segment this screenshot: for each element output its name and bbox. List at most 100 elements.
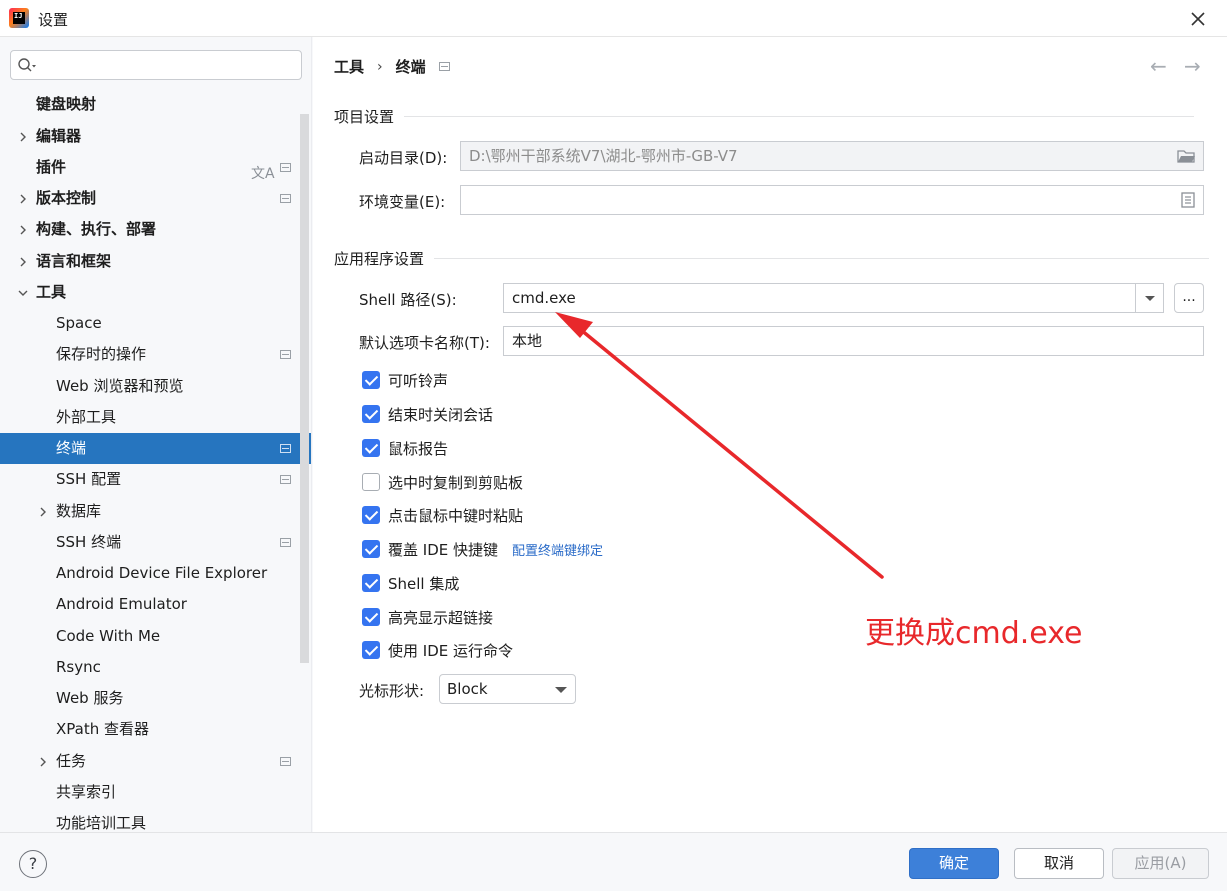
checkbox[interactable]	[362, 608, 380, 626]
checkbox[interactable]	[362, 540, 380, 558]
checkbox-shell-integration[interactable]: Shell 集成	[362, 572, 459, 594]
chevron-down-icon[interactable]	[1135, 284, 1163, 312]
sidebar-item-android-file-explorer[interactable]: Android Device File Explorer	[0, 558, 311, 589]
sidebar-item-editor[interactable]: 编辑器	[0, 121, 311, 152]
env-vars-label: 环境变量(E):	[359, 193, 446, 211]
checkbox-label: 可听铃声	[388, 371, 449, 390]
browse-button[interactable]: ...	[1174, 283, 1204, 313]
sidebar-item-web-browsers[interactable]: Web 浏览器和预览	[0, 371, 311, 402]
sidebar-item-database[interactable]: 数据库	[0, 496, 311, 527]
back-arrow-icon[interactable]: ←	[1150, 54, 1167, 78]
cursor-shape-select[interactable]: Block	[439, 674, 576, 704]
document-icon[interactable]	[1181, 192, 1195, 208]
breadcrumb-separator: ›	[377, 58, 383, 75]
checkbox[interactable]	[362, 506, 380, 524]
checkbox[interactable]	[362, 473, 380, 491]
sidebar-item-tasks[interactable]: 任务	[0, 746, 311, 777]
checkbox-highlight-hyperlinks[interactable]: 高亮显示超链接	[362, 606, 493, 628]
sidebar-item-keymap[interactable]: 键盘映射	[0, 89, 311, 120]
sidebar-item-ssh-config[interactable]: SSH 配置	[0, 464, 311, 495]
checkbox-close-on-exit[interactable]: 结束时关闭会话	[362, 403, 493, 425]
breadcrumb-parent[interactable]: 工具	[334, 56, 364, 77]
sidebar-item-terminal[interactable]: 终端	[0, 433, 311, 464]
chevron-right-icon[interactable]	[17, 131, 29, 143]
title-bar: IJ 设置	[0, 0, 1227, 37]
sidebar-item-build[interactable]: 构建、执行、部署	[0, 214, 311, 245]
ok-button[interactable]: 确定	[909, 848, 999, 879]
shell-path-label: Shell 路径(S):	[359, 291, 457, 309]
sidebar-item-external-tools[interactable]: 外部工具	[0, 402, 311, 433]
checkbox[interactable]	[362, 439, 380, 457]
checkbox[interactable]	[362, 371, 380, 389]
default-tab-field[interactable]: 本地	[503, 326, 1204, 356]
folder-icon[interactable]	[1177, 148, 1195, 164]
sidebar-item-web-services[interactable]: Web 服务	[0, 683, 311, 714]
sidebar-item-code-with-me[interactable]: Code With Me	[0, 621, 311, 652]
start-dir-label: 启动目录(D):	[359, 149, 448, 167]
chevron-down-icon[interactable]	[17, 287, 29, 299]
configure-keybindings-link[interactable]: 配置终端键绑定	[512, 540, 603, 559]
env-vars-field[interactable]	[460, 185, 1204, 215]
checkbox-label: 高亮显示超链接	[388, 608, 494, 627]
checkbox-audible-bell[interactable]: 可听铃声	[362, 369, 448, 391]
chevron-right-icon[interactable]	[37, 756, 49, 768]
app-settings-section: 应用程序设置	[334, 248, 1210, 269]
project-level-icon	[280, 194, 291, 203]
settings-sidebar: 键盘映射 编辑器 插件 文A 版本控制 构建、执行、部署 语言和框架 工具 Sp…	[0, 37, 312, 832]
project-level-icon	[280, 475, 291, 484]
checkbox-paste-middle-click[interactable]: 点击鼠标中键时粘贴	[362, 504, 523, 526]
section-divider	[404, 116, 1195, 117]
sidebar-item-version-control[interactable]: 版本控制	[0, 183, 311, 214]
apply-button[interactable]: 应用(A)	[1112, 848, 1209, 879]
sidebar-item-rsync[interactable]: Rsync	[0, 652, 311, 683]
checkbox-label: 覆盖 IDE 快捷键	[388, 540, 498, 559]
sidebar-item-android-emulator[interactable]: Android Emulator	[0, 589, 311, 620]
forward-arrow-icon[interactable]: →	[1184, 54, 1201, 78]
checkbox-label: 结束时关闭会话	[388, 405, 494, 424]
chevron-right-icon[interactable]	[17, 256, 29, 268]
search-input[interactable]	[10, 50, 302, 80]
sidebar-item-languages[interactable]: 语言和框架	[0, 246, 311, 277]
sidebar-item-space[interactable]: Space	[0, 308, 311, 339]
checkbox-label: 选中时复制到剪贴板	[388, 473, 524, 492]
sidebar-item-tools[interactable]: 工具	[0, 277, 311, 308]
checkbox-mouse-reporting[interactable]: 鼠标报告	[362, 437, 448, 459]
help-icon[interactable]: ?	[19, 850, 47, 878]
checkbox-label: 鼠标报告	[388, 439, 449, 458]
checkbox[interactable]	[362, 641, 380, 659]
cancel-button[interactable]: 取消	[1014, 848, 1104, 879]
project-level-icon	[280, 444, 291, 453]
checkbox-override-ide-shortcuts[interactable]: 覆盖 IDE 快捷键 配置终端键绑定	[362, 538, 603, 560]
sidebar-item-shared-indexes[interactable]: 共享索引	[0, 777, 311, 808]
chevron-right-icon[interactable]	[37, 506, 49, 518]
sidebar-item-plugins[interactable]: 插件 文A	[0, 152, 311, 183]
checkbox-label: 点击鼠标中键时粘贴	[388, 506, 524, 525]
close-icon[interactable]	[1185, 6, 1211, 32]
chevron-right-icon[interactable]	[17, 193, 29, 205]
sidebar-item-ssh-terminal[interactable]: SSH 终端	[0, 527, 311, 558]
chevron-right-icon[interactable]	[17, 224, 29, 236]
breadcrumb-current: 终端	[395, 58, 426, 76]
section-divider	[434, 258, 1210, 259]
project-settings-section: 项目设置	[334, 106, 1195, 127]
project-level-icon	[280, 538, 291, 547]
shell-path-value: cmd.exe	[512, 289, 576, 307]
sidebar-item-feature-trainer[interactable]: 功能培训工具	[0, 808, 311, 832]
project-level-icon	[280, 163, 291, 172]
sidebar-scrollbar[interactable]	[300, 114, 309, 663]
start-dir-value: D:\鄂州干部系统V7\湖北-鄂州市-GB-V7	[469, 147, 738, 165]
sidebar-item-xpath-viewer[interactable]: XPath 查看器	[0, 714, 311, 745]
cursor-shape-label: 光标形状:	[359, 682, 425, 700]
sidebar-item-actions-on-save[interactable]: 保存时的操作	[0, 339, 311, 370]
checkbox[interactable]	[362, 574, 380, 592]
checkbox-run-commands-using-ide[interactable]: 使用 IDE 运行命令	[362, 639, 513, 661]
search-icon	[18, 58, 36, 72]
cursor-shape-value: Block	[447, 680, 488, 698]
default-tab-value: 本地	[512, 332, 543, 350]
checkbox[interactable]	[362, 405, 380, 423]
project-level-icon	[280, 350, 291, 359]
shell-path-combobox[interactable]: cmd.exe	[503, 283, 1164, 313]
start-dir-field[interactable]: D:\鄂州干部系统V7\湖北-鄂州市-GB-V7	[460, 141, 1204, 171]
default-tab-label: 默认选项卡名称(T):	[359, 334, 490, 352]
checkbox-copy-on-selection[interactable]: 选中时复制到剪贴板	[362, 471, 523, 493]
